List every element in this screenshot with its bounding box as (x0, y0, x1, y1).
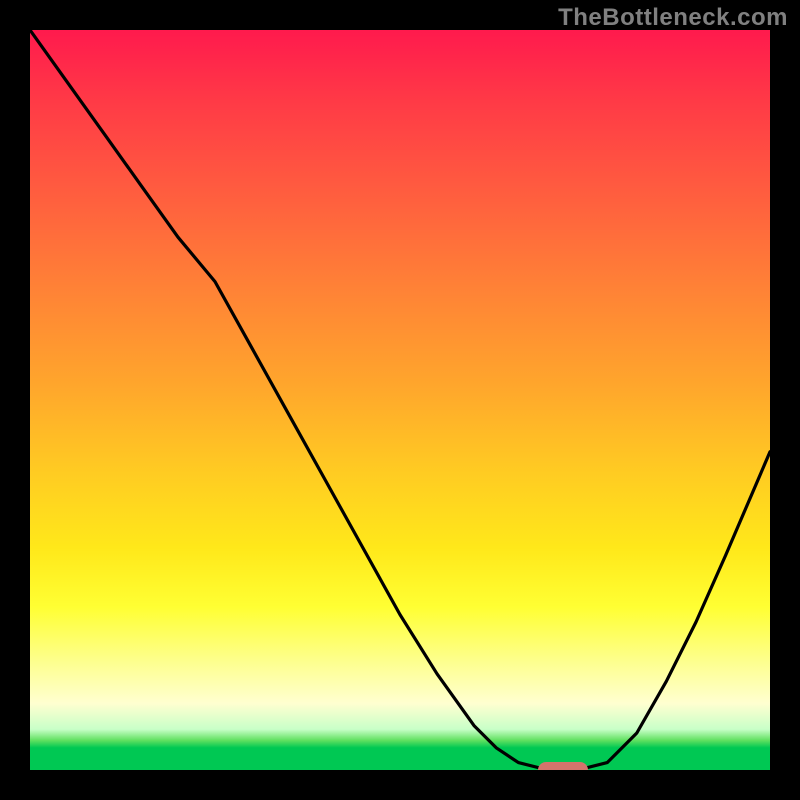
bottleneck-curve (30, 30, 770, 770)
plot-area (30, 30, 770, 770)
watermark-text: TheBottleneck.com (558, 4, 788, 32)
minimum-marker (538, 762, 588, 770)
chart-container: TheBottleneck.com (0, 0, 800, 800)
